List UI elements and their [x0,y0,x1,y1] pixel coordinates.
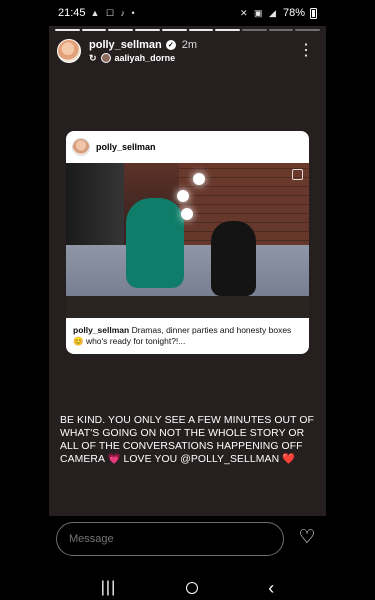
story-progress [55,29,321,31]
copy-icon [292,169,303,180]
story-text: BE KIND. YOU ONLY SEE A FEW MINUTES OUT … [60,415,315,465]
status-left-icons: ▲ ☐ ♪ • [90,7,137,18]
shared-post-username: polly_sellman [96,142,156,152]
heart-icon[interactable]: ♡ [297,528,317,548]
reshared-avatar [100,53,111,63]
home-icon[interactable] [186,582,199,594]
progress-segment [268,29,294,31]
shared-post-card[interactable]: polly_sellman polly_sellman Dramas, dinn… [66,131,309,354]
verified-icon: ✓ [165,39,176,50]
android-nav-bar: ||| ‹ [0,576,375,600]
progress-segment [108,29,134,31]
person-in-green [126,198,184,288]
shared-post-header: polly_sellman [66,131,309,163]
caption-username: polly_sellman [73,325,130,335]
more-icon[interactable]: ⋮ [294,41,318,61]
progress-segment [241,29,267,31]
profile-avatar[interactable] [57,39,81,63]
battery-percentage: 78% [282,7,305,19]
status-right-icons: ✕ ▣ ◢ [240,7,278,18]
floor [66,296,309,318]
reply-bar: ♡ ||| ‹ [0,516,375,600]
shared-post-image [66,163,309,318]
person-in-black [211,221,256,296]
battery-icon [310,7,317,19]
reshared-username[interactable]: aaliyah_dorne [115,53,176,63]
lamp-light [177,190,189,202]
story-time: 2m [181,38,198,51]
story-frame[interactable]: polly_sellman ✓ 2m ↻ aaliyah_dorne ⋮ pol… [49,26,326,516]
message-input[interactable] [56,522,284,556]
progress-segment [295,29,321,31]
progress-segment [135,29,160,31]
lamp-light [181,208,193,220]
progress-segment [81,29,107,31]
story-header: polly_sellman ✓ 2m ↻ aaliyah_dorne ⋮ [57,36,318,66]
progress-segment [215,29,240,31]
progress-segment [55,29,80,31]
header-text: polly_sellman ✓ 2m ↻ aaliyah_dorne [89,39,197,64]
progress-segment [161,29,187,31]
repost-icon: ↻ [89,52,97,63]
back-icon[interactable]: ‹ [268,579,274,597]
shared-post-caption: polly_sellman Dramas, dinner parties and… [66,318,309,346]
lamp-light [193,173,205,185]
shared-post-avatar [72,138,90,156]
sofa [66,245,309,300]
progress-segment [188,29,214,31]
status-time: 21:45 [58,7,86,19]
recents-icon[interactable]: ||| [101,579,116,597]
story-username[interactable]: polly_sellman [89,39,162,51]
status-bar: 21:45 ▲ ☐ ♪ • ✕ ▣ ◢ 78% [0,0,375,26]
